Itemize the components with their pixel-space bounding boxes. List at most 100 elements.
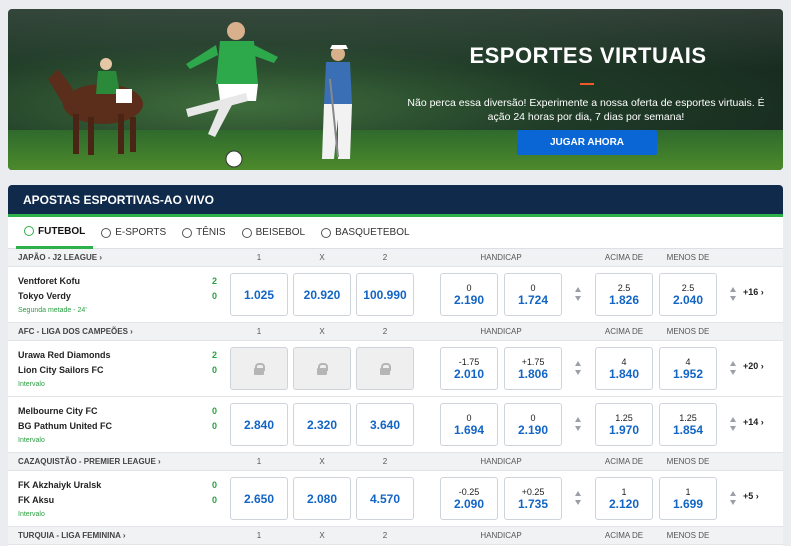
odds-button-cx[interactable]: 2.320 xyxy=(293,403,351,446)
more-markets-link[interactable]: +20 › xyxy=(743,361,764,371)
over-button[interactable]: 1 2.120 xyxy=(595,477,653,520)
sport-tabs: FUTEBOL E-SPORTS TÊNIS BEISEBOL BASQUETEBOL xyxy=(8,217,783,249)
odds-value: 3.640 xyxy=(369,417,401,432)
column-header-under: MENOS DE xyxy=(666,531,710,540)
league-header: JAPÃO - J2 LEAGUE › 1 X 2 HANDICAP ACIMA DE ME… xyxy=(8,249,783,267)
odds-button-c2[interactable]: 100.990 xyxy=(356,273,414,316)
handicap-stepper-icon[interactable] xyxy=(575,491,582,507)
away-team-name[interactable]: BG Pathum United FC xyxy=(18,421,112,431)
totals-stepper-icon[interactable] xyxy=(730,417,737,433)
odds-value: 1.735 xyxy=(517,496,549,511)
away-score: 0 xyxy=(212,291,218,301)
leagues-list: JAPÃO - J2 LEAGUE › 1 X 2 HANDICAP ACIMA DE ME… xyxy=(8,249,783,545)
odds-value: 2.190 xyxy=(517,422,549,437)
chevron-right-icon: › xyxy=(127,327,133,336)
line-value: 0 xyxy=(466,282,472,293)
tab-tênis[interactable]: TÊNIS xyxy=(174,217,233,249)
odds-button-c1[interactable]: 2.840 xyxy=(230,403,288,446)
baseball-icon xyxy=(241,227,252,238)
under-button[interactable]: 4 1.952 xyxy=(659,347,717,390)
soccer-player-illustration xyxy=(186,22,278,168)
athletes-illustration xyxy=(48,22,352,168)
tab-beisebol[interactable]: BEISEBOL xyxy=(234,217,313,249)
handicap-stepper-icon[interactable] xyxy=(575,287,582,303)
totals-stepper-icon[interactable] xyxy=(730,491,737,507)
odds-value: 1.025 xyxy=(243,287,275,302)
home-score: 0 xyxy=(212,406,218,416)
odds-value: 20.920 xyxy=(303,287,341,302)
lock-icon xyxy=(380,362,391,375)
tab-e-sports[interactable]: E-SPORTS xyxy=(93,217,174,249)
away-team-name[interactable]: Lion City Sailors FC xyxy=(18,365,104,375)
league-name-link[interactable]: AFC - LIGA DOS CAMPEÕES › xyxy=(18,327,133,336)
more-markets-link[interactable]: +16 › xyxy=(743,287,764,297)
odds-value: 2.320 xyxy=(306,417,338,432)
line-value: -1.75 xyxy=(458,356,480,367)
column-header-cx: X xyxy=(319,327,325,336)
handicap-home-button[interactable]: -0.25 2.090 xyxy=(440,477,498,520)
more-markets-count: +14 xyxy=(743,417,759,427)
handicap-away-button[interactable]: 0 1.724 xyxy=(504,273,562,316)
odds-button-cx[interactable]: 2.080 xyxy=(293,477,351,520)
more-markets-count: +5 xyxy=(743,491,754,501)
away-team-name[interactable]: Tokyo Verdy xyxy=(18,291,71,301)
banner-title: ESPORTES VIRTUAIS xyxy=(469,43,707,68)
more-markets-count: +16 xyxy=(743,287,759,297)
column-header-under: MENOS DE xyxy=(666,327,710,336)
home-team-name[interactable]: Urawa Red Diamonds xyxy=(18,350,111,360)
chevron-right-icon: › xyxy=(155,457,161,466)
odds-button-c1 xyxy=(230,347,288,390)
home-team-name[interactable]: Ventforet Kofu xyxy=(18,276,80,286)
more-markets-count: +20 xyxy=(743,361,759,371)
column-header-under: MENOS DE xyxy=(666,253,710,262)
odds-button-c1[interactable]: 2.650 xyxy=(230,477,288,520)
odds-button-c1[interactable]: 1.025 xyxy=(230,273,288,316)
handicap-away-button[interactable]: +0.25 1.735 xyxy=(504,477,562,520)
column-header-handicap: HANDICAP xyxy=(480,327,522,336)
tab-basquetebol[interactable]: BASQUETEBOL xyxy=(313,217,417,249)
match-status: Intervalo xyxy=(18,437,45,444)
chevron-right-icon: › xyxy=(97,253,103,262)
more-markets-link[interactable]: +14 › xyxy=(743,417,764,427)
line-value: +0.25 xyxy=(521,486,545,497)
league-name-link[interactable]: JAPÃO - J2 LEAGUE › xyxy=(18,253,102,262)
tab-futebol[interactable]: FUTEBOL xyxy=(16,217,94,249)
line-value: 1.25 xyxy=(615,412,633,423)
league-name-link[interactable]: TURQUIA - LIGA FEMININA › xyxy=(18,531,126,540)
line-value: 2.5 xyxy=(617,282,631,293)
handicap-home-button[interactable]: 0 1.694 xyxy=(440,403,498,446)
handicap-away-button[interactable]: 0 2.190 xyxy=(504,403,562,446)
play-now-button[interactable]: JUGAR AHORA xyxy=(517,130,657,155)
under-button[interactable]: 2.5 2.040 xyxy=(659,273,717,316)
under-button[interactable]: 1.25 1.854 xyxy=(659,403,717,446)
totals-stepper-icon[interactable] xyxy=(730,287,737,303)
league-header: CAZAQUISTÃO - PREMIER LEAGUE › 1 X 2 HANDICA… xyxy=(8,453,783,471)
line-value: 0 xyxy=(466,412,472,423)
handicap-stepper-icon[interactable] xyxy=(575,361,582,377)
over-button[interactable]: 4 1.840 xyxy=(595,347,653,390)
over-button[interactable]: 1.25 1.970 xyxy=(595,403,653,446)
odds-button-cx[interactable]: 20.920 xyxy=(293,273,351,316)
home-team-name[interactable]: Melbourne City FC xyxy=(18,406,98,416)
lock-icon xyxy=(317,362,328,375)
handicap-away-button[interactable]: +1.75 1.806 xyxy=(504,347,562,390)
virtual-sports-banner[interactable]: ESPORTES VIRTUAIS Não perca essa diversã… xyxy=(8,9,783,170)
home-team-name[interactable]: FK Akzhaiyk Uralsk xyxy=(18,480,101,490)
odds-button-c2[interactable]: 4.570 xyxy=(356,477,414,520)
under-button[interactable]: 1 1.699 xyxy=(659,477,717,520)
line-value: 2.5 xyxy=(681,282,695,293)
match-status: Segunda metade - 24' xyxy=(18,307,87,314)
away-team-name[interactable]: FK Aksu xyxy=(18,495,54,505)
handicap-home-button[interactable]: 0 2.190 xyxy=(440,273,498,316)
more-markets-link[interactable]: +5 › xyxy=(743,491,759,501)
column-header-handicap: HANDICAP xyxy=(480,531,522,540)
match-row: Ventforet Kofu Tokyo Verdy Segunda metade … xyxy=(8,267,783,323)
totals-stepper-icon[interactable] xyxy=(730,361,737,377)
handicap-stepper-icon[interactable] xyxy=(575,417,582,433)
handicap-home-button[interactable]: -1.75 2.010 xyxy=(440,347,498,390)
odds-button-c2[interactable]: 3.640 xyxy=(356,403,414,446)
odds-value: 1.694 xyxy=(453,422,485,437)
odds-value: 2.080 xyxy=(306,491,338,506)
over-button[interactable]: 2.5 1.826 xyxy=(595,273,653,316)
league-name-link[interactable]: CAZAQUISTÃO - PREMIER LEAGUE › xyxy=(18,457,161,466)
